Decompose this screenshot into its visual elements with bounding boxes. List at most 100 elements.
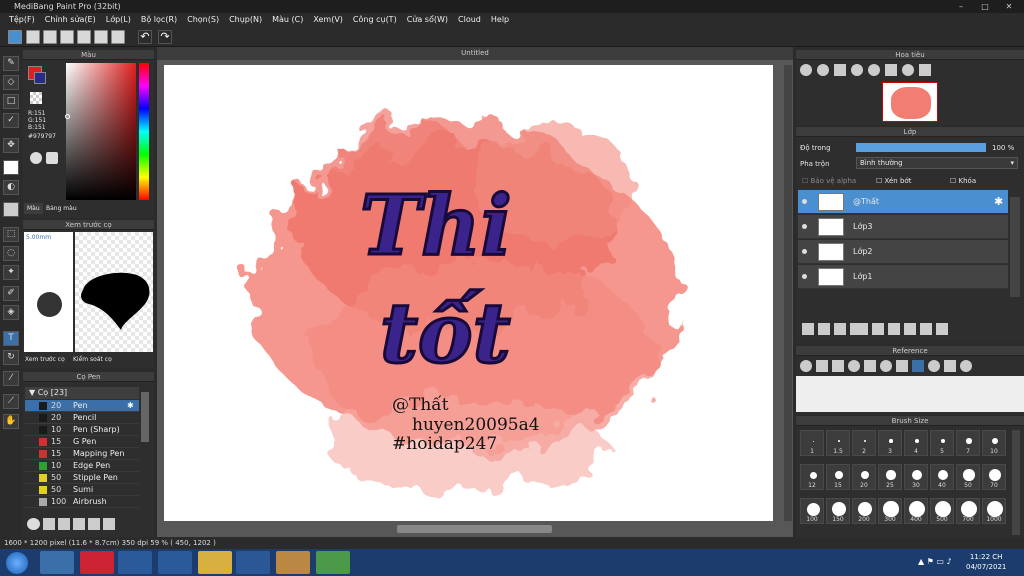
minimize-button[interactable]: – (950, 0, 972, 13)
brush-size-cell[interactable]: 20 (852, 464, 876, 490)
layer-row[interactable]: Lớp1 (798, 265, 1008, 289)
brush-settings-gear-icon[interactable]: ✱ (127, 400, 134, 412)
brush-list-item[interactable]: 50 Sumi (25, 484, 139, 496)
explorer-taskbar-icon[interactable] (198, 551, 232, 574)
hand-tool-icon[interactable]: ✋ (3, 414, 19, 429)
brush-size-cell[interactable]: 400 (904, 498, 928, 524)
operation-tool-icon[interactable]: ↻ (3, 350, 19, 365)
clock[interactable]: 11:22 CH 04/07/2021 (966, 552, 1006, 572)
layer-scrollbar[interactable] (1010, 197, 1020, 297)
brush-list-item[interactable]: 15 G Pen (25, 436, 139, 448)
menu-edit[interactable]: Chỉnh sửa(E) (40, 13, 101, 27)
brush-size-cell[interactable]: 1.5 (826, 430, 850, 456)
folder-icon[interactable] (888, 323, 900, 335)
export-icon[interactable] (94, 30, 108, 44)
menu-cloud[interactable]: Cloud (453, 13, 486, 27)
brush-size-cell[interactable]: 1000 (982, 498, 1006, 524)
brush-menu-icon[interactable] (58, 518, 70, 530)
duplicate-layer-icon[interactable] (904, 323, 916, 335)
ref-eyedropper-icon[interactable] (896, 360, 908, 372)
fill-rect-icon[interactable] (3, 160, 19, 175)
brush-settings-icon[interactable] (73, 518, 85, 530)
brush-size-cell[interactable]: 25 (878, 464, 902, 490)
brush-size-scrollbar[interactable] (1012, 430, 1020, 535)
brush-list-item[interactable]: 15 Mapping Pen (25, 448, 139, 460)
brush-size-cell[interactable]: 2 (852, 430, 876, 456)
brush-size-cell[interactable]: 3 (878, 430, 902, 456)
tab-palette[interactable]: Bảng màu (43, 203, 80, 214)
brush-size-cell[interactable]: 12 (800, 464, 824, 490)
brush-size-cell[interactable]: 300 (878, 498, 902, 524)
ref-cloud-icon[interactable] (800, 360, 812, 372)
ref-close-icon[interactable] (832, 360, 844, 372)
maximize-button[interactable]: □ (974, 0, 996, 13)
visibility-eye-icon[interactable] (802, 274, 807, 279)
ref-reset-icon[interactable] (960, 360, 972, 372)
brush-size-cell[interactable]: 10 (982, 430, 1006, 456)
ref-zoom-in-icon[interactable] (848, 360, 860, 372)
fit-icon[interactable] (834, 64, 846, 76)
brush-list-item[interactable]: 10 Edge Pen (25, 460, 139, 472)
rotate-left-icon[interactable] (868, 64, 880, 76)
color-picker-cursor[interactable] (65, 114, 70, 119)
snipping-taskbar-icon[interactable] (276, 551, 310, 574)
horizontal-scrollbar[interactable] (397, 525, 552, 533)
cloud-icon[interactable] (8, 30, 22, 44)
brush-group-header[interactable]: ▼ Cọ [23] (25, 387, 139, 399)
zalo-taskbar-icon[interactable] (316, 551, 350, 574)
brush-list-item[interactable]: 20 Pencil (25, 412, 139, 424)
brush-size-cell[interactable]: 150 (826, 498, 850, 524)
brush-size-cell[interactable]: 15 (826, 464, 850, 490)
ref-zoom-out-icon[interactable] (880, 360, 892, 372)
secondary-color-swatch[interactable] (34, 72, 46, 84)
brush-size-cell[interactable]: 500 (930, 498, 954, 524)
drawing-canvas[interactable]: Thi tốt @Thất huyen20095a4 #hoidap247 (164, 65, 773, 521)
save-as-icon[interactable] (77, 30, 91, 44)
brush-list-item[interactable]: 100 Airbrush (25, 496, 139, 508)
add-brush-icon[interactable] (43, 518, 55, 530)
brush-size-cell[interactable]: 70 (982, 464, 1006, 490)
brush-size-cell[interactable]: 100 (800, 498, 824, 524)
tab-brush-preview[interactable]: Xem trước cọ (25, 356, 65, 363)
transparent-swatch[interactable] (30, 92, 42, 104)
bucket-tool-icon[interactable]: ◐ (3, 180, 19, 195)
brush-list-item[interactable]: 50 Stipple Pen (25, 472, 139, 484)
brush-size-cell[interactable]: 5 (930, 430, 954, 456)
menu-layer[interactable]: Lớp(L) (101, 13, 136, 27)
layer-row[interactable]: @Thất ✱ (798, 190, 1008, 214)
ref-hand-icon[interactable] (912, 360, 924, 372)
layer-menu-icon[interactable] (850, 323, 868, 335)
ref-fit-icon[interactable] (864, 360, 876, 372)
ref-open-icon[interactable] (816, 360, 828, 372)
chrome-taskbar-icon[interactable] (40, 551, 74, 574)
menu-tools[interactable]: Công cụ(T) (348, 13, 402, 27)
clipping-checkbox[interactable]: ☐ Xén bớt (876, 177, 911, 185)
layer-settings-icon[interactable] (920, 323, 932, 335)
move-tool-icon[interactable]: ✥ (3, 138, 19, 153)
gradient-tool-icon[interactable] (3, 202, 19, 217)
brush-size-cell[interactable]: 4 (904, 430, 928, 456)
brush-size-cell[interactable]: 30 (904, 464, 928, 490)
redo-icon[interactable]: ↷ (158, 30, 172, 44)
menu-file[interactable]: Tệp(F) (4, 13, 40, 27)
lock-checkbox[interactable]: ☐ Khóa (950, 177, 976, 185)
merge-down-icon[interactable] (872, 323, 884, 335)
brush-list-scrollbar[interactable] (141, 392, 149, 442)
saturation-value-square[interactable] (66, 63, 136, 200)
brush-size-cell[interactable]: 1 (800, 430, 824, 456)
lock-view-icon[interactable] (919, 64, 931, 76)
tray-icons[interactable]: ▲ ⚑ ▭ ♪ (918, 557, 952, 566)
layer-row[interactable]: Lớp3 (798, 215, 1008, 239)
menu-view[interactable]: Xem(V) (308, 13, 348, 27)
save-icon[interactable] (60, 30, 74, 44)
document-tab[interactable]: Untitled (157, 47, 793, 60)
opacity-slider[interactable] (856, 143, 986, 152)
menu-color[interactable]: Màu (C) (267, 13, 308, 27)
navigator-thumbnail[interactable] (882, 82, 938, 122)
grid-icon[interactable] (111, 30, 125, 44)
close-button[interactable]: ✕ (998, 0, 1020, 13)
ref-flip-icon[interactable] (944, 360, 956, 372)
tab-brush-control[interactable]: Kiểm soát cọ (73, 356, 112, 363)
protect-alpha-checkbox[interactable]: ☐ Bảo vệ alpha (802, 177, 856, 185)
dot-tool-icon[interactable]: ✓ (3, 113, 19, 128)
